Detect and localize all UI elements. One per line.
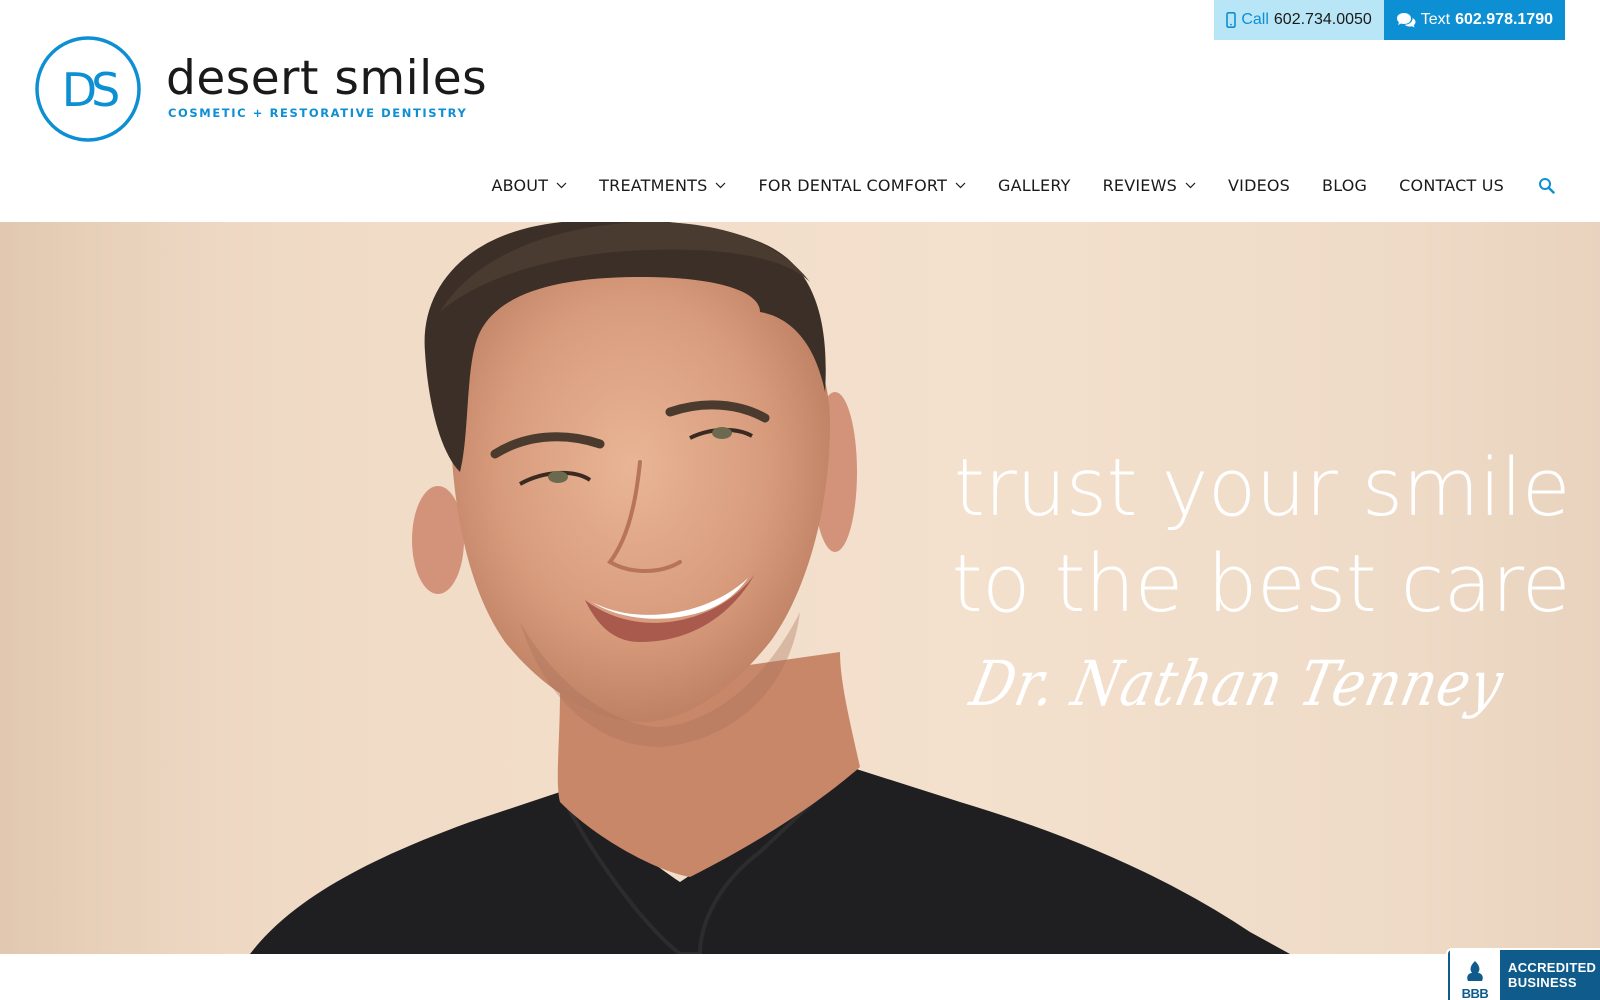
nav-item-gallery[interactable]: GALLERY	[998, 176, 1071, 195]
nav-item-dental-comfort[interactable]: FOR DENTAL COMFORT	[758, 176, 966, 195]
main-nav: ABOUT TREATMENTS FOR DENTAL COMFORT GALL…	[491, 170, 1555, 200]
bbb-line1: ACCREDITED	[1508, 960, 1597, 975]
contact-bar: Call 602.734.0050 Text 602.978.1790	[1214, 0, 1565, 40]
call-number: 602.734.0050	[1273, 11, 1372, 28]
nav-label: FOR DENTAL COMFORT	[758, 175, 948, 195]
chevron-down-icon	[1185, 182, 1196, 189]
bbb-torch-icon: BBB	[1450, 949, 1500, 1000]
chevron-down-icon	[715, 182, 726, 189]
logo-name: desert smiles	[166, 51, 488, 106]
doctor-signature: Dr. Nathan Tenney	[963, 647, 1510, 720]
nav-label: GALLERY	[998, 175, 1071, 195]
chat-bubbles-icon	[1396, 12, 1416, 28]
bbb-accredited-badge[interactable]: BBB ACCREDITED BUSINESS	[1446, 948, 1600, 1000]
hero-headline-line2: to the best care	[951, 538, 1571, 630]
hero-banner: trust your smile to the best care Dr. Na…	[0, 222, 1600, 954]
nav-label: CONTACT US	[1399, 175, 1504, 195]
nav-label: REVIEWS	[1102, 175, 1177, 195]
hero-headline: trust your smile to the best care	[951, 440, 1571, 632]
ds-monogram-icon: DS	[35, 36, 141, 142]
nav-label: VIDEOS	[1228, 175, 1291, 195]
nav-label: BLOG	[1322, 175, 1368, 195]
logo-monogram: DS	[62, 63, 118, 117]
call-button[interactable]: Call 602.734.0050	[1214, 0, 1384, 40]
text-label: Text	[1420, 11, 1451, 28]
call-label: Call	[1241, 11, 1269, 28]
hero-headline-line1: trust your smile	[953, 442, 1571, 534]
mobile-phone-icon	[1226, 12, 1237, 28]
nav-label: ABOUT	[491, 175, 549, 195]
nav-item-reviews[interactable]: REVIEWS	[1103, 176, 1196, 195]
site-logo[interactable]: DS desert smiles COSMETIC + RESTORATIVE …	[34, 35, 487, 143]
nav-item-videos[interactable]: VIDEOS	[1228, 176, 1290, 195]
nav-label: TREATMENTS	[599, 175, 708, 195]
nav-item-contact[interactable]: CONTACT US	[1399, 176, 1504, 195]
logo-tagline: COSMETIC + RESTORATIVE DENTISTRY	[168, 106, 468, 120]
text-number: 602.978.1790	[1455, 11, 1553, 28]
chevron-down-icon	[955, 182, 966, 189]
search-icon[interactable]	[1538, 177, 1555, 194]
bbb-mark: BBB	[1461, 986, 1489, 1000]
nav-item-treatments[interactable]: TREATMENTS	[599, 176, 726, 195]
bbb-line2: BUSINESS	[1508, 975, 1577, 990]
nav-item-about[interactable]: ABOUT	[491, 176, 567, 195]
chevron-down-icon	[556, 182, 567, 189]
text-button[interactable]: Text 602.978.1790	[1383, 0, 1565, 40]
nav-item-blog[interactable]: BLOG	[1322, 176, 1367, 195]
